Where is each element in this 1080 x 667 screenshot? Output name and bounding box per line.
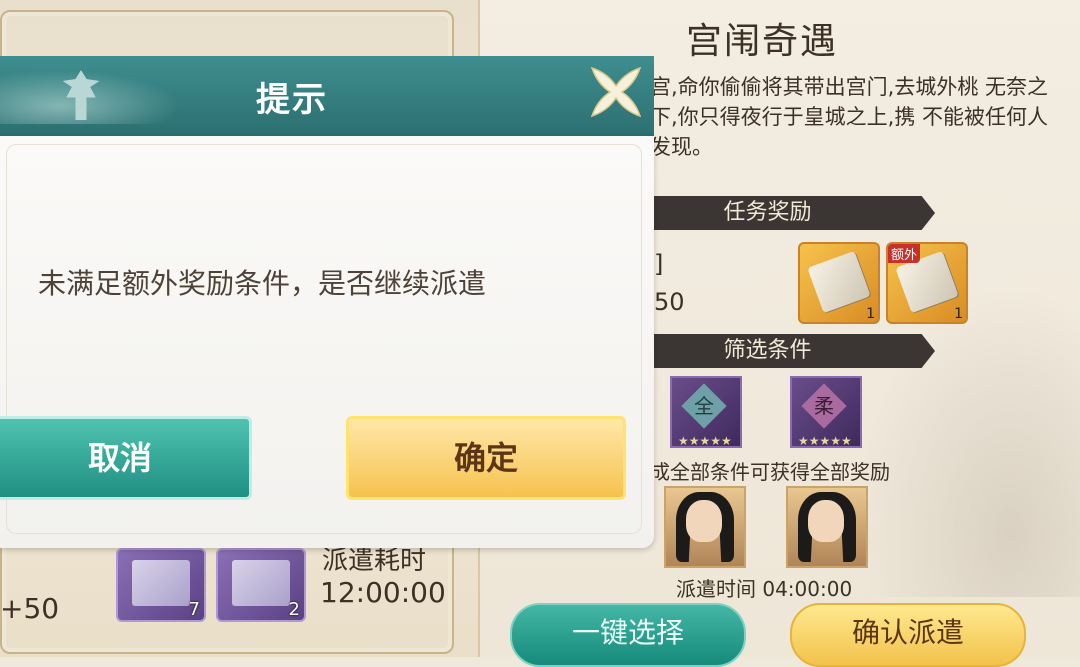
close-icon bbox=[590, 66, 642, 118]
cancel-button[interactable]: 取消 bbox=[0, 416, 252, 500]
dialog-message: 未满足额外奖励条件，是否继续派遣 bbox=[38, 267, 487, 300]
wave-decoration bbox=[0, 64, 200, 124]
dialog-title: 提示 bbox=[256, 80, 328, 120]
confirm-button[interactable]: 确定 bbox=[346, 416, 626, 500]
close-button[interactable] bbox=[586, 62, 646, 122]
